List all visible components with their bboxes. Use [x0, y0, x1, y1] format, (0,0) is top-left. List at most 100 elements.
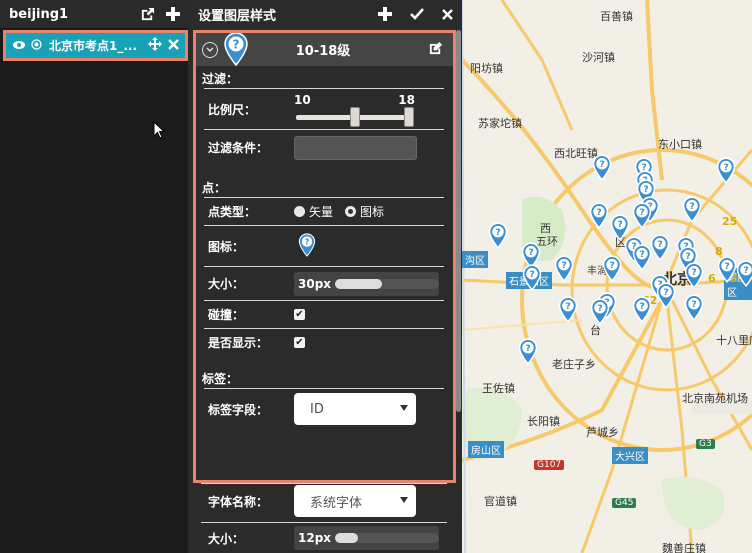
- point-size-value: 30px: [298, 276, 332, 291]
- edit-icon[interactable]: [428, 41, 443, 59]
- mouse-cursor-icon: [153, 120, 166, 142]
- label-size-label: 大小：: [208, 531, 245, 546]
- label-extra-options: 字体名称： 系统字体 大小： 12px: [193, 483, 456, 553]
- map-marker-icon[interactable]: ?: [592, 154, 612, 184]
- svg-text:?: ?: [724, 261, 729, 272]
- map-label-shibalidian: 十八里店: [716, 334, 752, 347]
- radio-target-icon[interactable]: [31, 38, 42, 53]
- collision-row: 碰撞： ✔: [196, 301, 453, 328]
- svg-text:?: ?: [639, 207, 644, 218]
- map-marker-icon[interactable]: ?: [488, 222, 508, 252]
- style-panel-title: 设置图层样式: [198, 8, 277, 24]
- svg-text:?: ?: [596, 207, 601, 218]
- scale-min-value: 10: [294, 93, 311, 107]
- layer-panel: beijing1 北京市考点1_...: [0, 0, 188, 553]
- point-size-row: 大小： 30px: [196, 267, 453, 300]
- point-marker-icon[interactable]: ?: [298, 232, 316, 260]
- style-panel-header: 设置图层样式: [188, 0, 462, 28]
- font-name-value: 系统字体: [310, 495, 363, 511]
- level-label: 10-18级: [295, 44, 351, 59]
- map-marker-icon[interactable]: ?: [590, 298, 610, 328]
- svg-text:?: ?: [525, 343, 530, 354]
- map-label-lucheng: 芦城乡: [586, 426, 619, 439]
- map-marker-icon[interactable]: ?: [632, 296, 652, 326]
- scale-slider[interactable]: 10 18: [294, 90, 415, 128]
- caret-down-icon: [400, 405, 408, 411]
- map-marker-icon[interactable]: ?: [554, 255, 574, 285]
- level-bar[interactable]: ? 10-18级: [196, 33, 453, 67]
- map-marker-icon[interactable]: ?: [558, 296, 578, 326]
- radio-vector-label: 矢量: [309, 205, 334, 219]
- collision-label: 碰撞：: [208, 308, 245, 322]
- road-shield-g45: G45: [612, 498, 637, 508]
- svg-text:?: ?: [691, 299, 696, 310]
- point-size-track[interactable]: [335, 278, 439, 289]
- map-view[interactable]: 百善镇 沙河镇 阳坊镇 苏家坨镇 东小口镇 西北旺镇 西 五环 区 丰淌乡 北京…: [462, 0, 752, 553]
- svg-text:?: ?: [305, 236, 310, 246]
- svg-text:?: ?: [685, 251, 690, 262]
- label-field-select[interactable]: ID: [294, 393, 416, 425]
- visible-label: 是否显示：: [208, 336, 269, 350]
- radio-icon[interactable]: 图标: [345, 203, 384, 220]
- svg-text:?: ?: [597, 303, 602, 314]
- map-marker-icon[interactable]: ?: [602, 255, 622, 285]
- panel-scrollbar[interactable]: [456, 30, 461, 412]
- close-panel-icon[interactable]: [436, 3, 458, 25]
- point-size-slider[interactable]: 30px: [294, 271, 439, 296]
- add-style-icon[interactable]: [374, 3, 396, 25]
- eye-icon[interactable]: [13, 39, 25, 53]
- radio-vector[interactable]: 矢量: [294, 203, 333, 220]
- map-marker-icon[interactable]: ?: [736, 260, 752, 290]
- map-marker-icon[interactable]: ?: [684, 262, 704, 292]
- map-marker-icon[interactable]: ?: [632, 244, 652, 274]
- svg-text:?: ?: [495, 227, 500, 238]
- svg-text:?: ?: [639, 301, 644, 312]
- add-layer-icon[interactable]: [162, 3, 184, 25]
- font-name-label: 字体名称：: [208, 494, 269, 509]
- map-marker-icon[interactable]: ?: [650, 234, 670, 264]
- svg-text:?: ?: [723, 162, 728, 173]
- map-marker-icon[interactable]: ?: [522, 264, 542, 294]
- label-size-fill: [335, 533, 358, 543]
- map-label-nanyuan-airport: 北京南苑机场: [682, 392, 748, 405]
- map-marker-icon[interactable]: ?: [632, 202, 652, 232]
- slider-handle-min[interactable]: [350, 107, 360, 127]
- map-number: 25: [722, 215, 738, 228]
- map-label-guandao: 官道镇: [484, 495, 517, 508]
- radio-icon-dot[interactable]: [345, 206, 357, 217]
- font-name-select[interactable]: 系统字体: [294, 485, 416, 517]
- svg-text:?: ?: [663, 287, 668, 298]
- point-type-row: 点类型： 矢量 图标: [196, 198, 453, 225]
- map-marker-icon[interactable]: ?: [656, 282, 676, 312]
- road-shield-g3: G3: [696, 439, 715, 449]
- export-icon[interactable]: [136, 3, 158, 25]
- svg-text:?: ?: [639, 249, 644, 260]
- layer-item[interactable]: 北京市考点1_...: [3, 30, 188, 61]
- collapse-chevron-icon[interactable]: [202, 41, 218, 58]
- move-icon[interactable]: [148, 37, 162, 54]
- map-marker-icon[interactable]: ?: [589, 202, 609, 232]
- collision-checkbox[interactable]: ✔: [294, 309, 305, 320]
- map-marker-icon[interactable]: ?: [518, 338, 538, 368]
- close-icon[interactable]: [168, 38, 179, 53]
- map-marker-icon[interactable]: ?: [716, 157, 736, 187]
- label-field-label: 标签字段：: [208, 402, 269, 417]
- svg-text:?: ?: [529, 269, 534, 280]
- label-size-slider[interactable]: 12px: [294, 526, 439, 550]
- icon-label: 图标：: [208, 239, 245, 254]
- svg-text:?: ?: [528, 247, 533, 258]
- filter-condition-input[interactable]: [294, 135, 417, 160]
- map-marker-icon[interactable]: ?: [682, 196, 702, 226]
- confirm-check-icon[interactable]: [406, 3, 428, 25]
- map-marker-icon[interactable]: ?: [717, 256, 737, 286]
- slider-handle-max[interactable]: [404, 107, 414, 127]
- svg-text:?: ?: [689, 201, 694, 212]
- map-label-baishan: 百善镇: [600, 10, 633, 23]
- radio-vector-dot[interactable]: [294, 206, 305, 217]
- map-marker-icon[interactable]: ?: [684, 294, 704, 324]
- label-size-track[interactable]: [335, 533, 439, 543]
- visible-checkbox[interactable]: ✔: [294, 337, 305, 348]
- scale-label: 比例尺：: [208, 102, 257, 117]
- point-type-label: 点类型：: [208, 205, 257, 219]
- icon-row: 图标： ?: [196, 226, 453, 266]
